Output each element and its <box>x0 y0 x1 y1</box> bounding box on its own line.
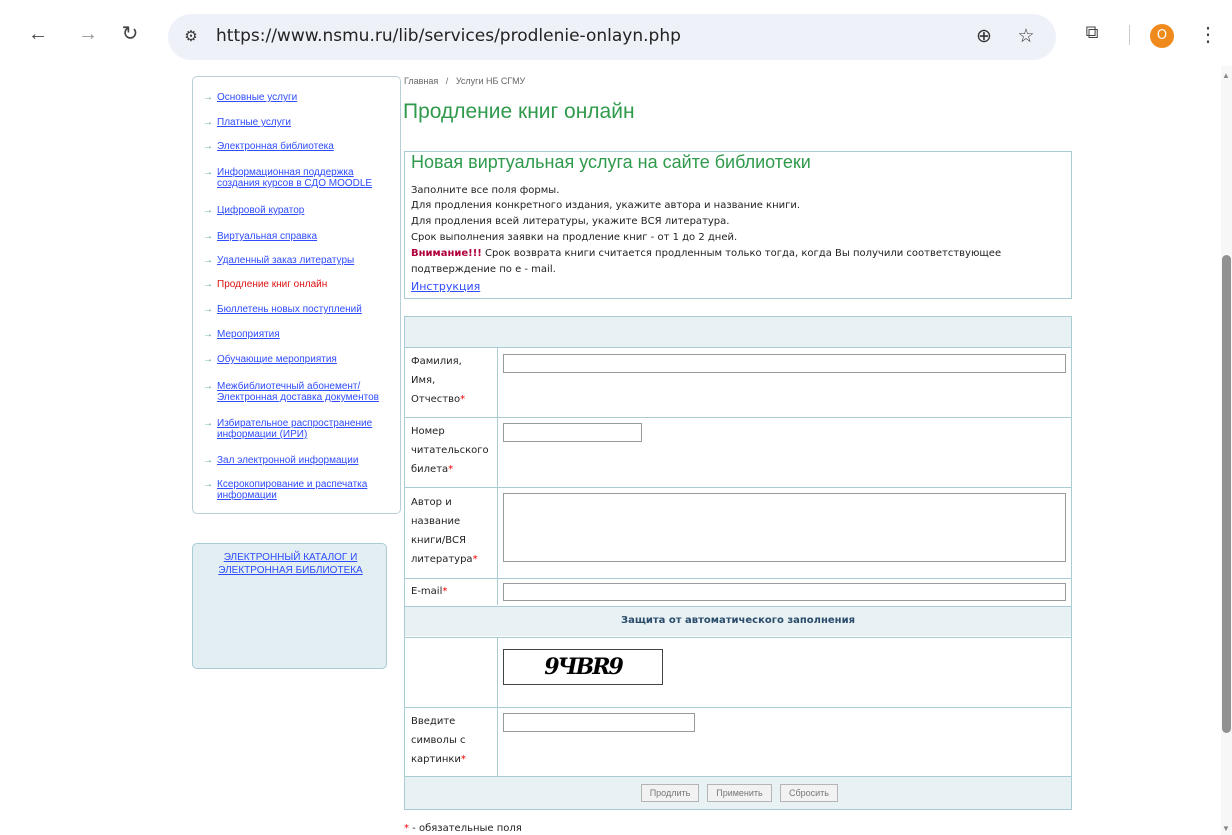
renew-button[interactable]: Продлить <box>641 784 699 802</box>
toolbar-divider <box>1129 25 1130 45</box>
reload-icon[interactable]: ↻ <box>118 22 142 46</box>
info-heading: Новая виртуальная услуга на сайте библио… <box>411 152 811 172</box>
card-number-input[interactable] <box>503 423 642 442</box>
info-line: Для продления всей литературы, укажите В… <box>411 216 730 227</box>
url-text[interactable]: https://www.nsmu.ru/lib/services/prodlen… <box>216 26 681 46</box>
breadcrumb-current[interactable]: Услуги НБ СГМУ <box>456 76 525 86</box>
row-divider <box>405 578 1071 579</box>
form-header-row <box>405 317 1071 347</box>
apply-button[interactable]: Применить <box>707 784 772 802</box>
row-divider <box>405 707 1071 708</box>
row-divider <box>405 487 1071 488</box>
e-catalog-link[interactable]: ЭЛЕКТРОННЫЙ КАТАЛОГ И <box>193 552 388 563</box>
warning-line-2: подтверждение по e - mail. <box>411 264 556 275</box>
row-divider <box>405 347 1071 348</box>
forward-icon[interactable]: → <box>76 22 100 46</box>
warning-line: Внимание!!! Срок возврата книги считаетс… <box>411 247 1001 261</box>
zoom-icon[interactable]: ⊕ <box>972 26 996 48</box>
captcha-input[interactable] <box>503 713 695 732</box>
scrollbar-thumb[interactable] <box>1222 255 1231 733</box>
reset-button[interactable]: Сбросить <box>780 784 838 802</box>
required-footnote: * - обязательные поля <box>404 823 522 834</box>
catalog-box: ЭЛЕКТРОННЫЙ КАТАЛОГ И ЭЛЕКТРОННАЯ БИБЛИО… <box>192 543 387 669</box>
instruction-link[interactable]: Инструкция <box>411 280 480 293</box>
page-title: Продление книг онлайн <box>403 100 635 123</box>
row-divider <box>405 417 1071 418</box>
back-icon[interactable]: ← <box>26 22 50 46</box>
breadcrumb: Главная / Услуги НБ СГМУ <box>404 76 525 86</box>
renewal-form: Фамилия, Имя, Отчество* Номер читательск… <box>404 316 1072 810</box>
arrow-icon: → <box>203 455 213 466</box>
captcha-image: 9ЧВR9 <box>503 649 663 685</box>
breadcrumb-home[interactable]: Главная <box>404 76 438 86</box>
info-line: Срок выполнения заявки на продление книг… <box>411 232 738 243</box>
arrow-icon: → <box>203 167 213 178</box>
profile-avatar[interactable]: O <box>1150 24 1174 48</box>
info-line: Для продления конкретного издания, укажи… <box>411 200 801 211</box>
card-number-label: Номер читательского билета* <box>411 426 489 475</box>
arrow-icon: → <box>203 329 213 340</box>
email-label: E-mail* <box>411 586 448 597</box>
warning-label: Внимание!!! <box>411 248 482 259</box>
arrow-icon: → <box>203 418 213 429</box>
bookmark-star-icon[interactable]: ☆ <box>1014 26 1038 48</box>
browser-toolbar: ← → ↻ ⚙ https://www.nsmu.ru/lib/services… <box>0 0 1232 66</box>
menu-icon[interactable]: ⋮ <box>1198 22 1218 46</box>
sidebar-menu: → Основные услуги → Платные услуги → Электр… <box>192 76 401 514</box>
arrow-icon: → <box>203 381 213 392</box>
arrow-icon: → <box>203 304 213 315</box>
site-info-icon[interactable]: ⚙ <box>180 26 202 48</box>
arrow-icon: → <box>203 92 213 103</box>
row-divider <box>405 637 1071 638</box>
column-divider <box>497 348 498 605</box>
arrow-icon: → <box>203 354 213 365</box>
scroll-up-icon[interactable]: ▲ <box>1222 72 1231 80</box>
arrow-icon: → <box>203 231 213 242</box>
arrow-icon: → <box>203 479 213 490</box>
arrow-icon: → <box>203 141 213 152</box>
info-box: Новая виртуальная услуга на сайте библио… <box>404 151 1072 299</box>
extensions-icon[interactable]: ⧉ <box>1080 22 1104 46</box>
breadcrumb-separator: / <box>445 76 449 86</box>
info-line: Заполните все поля формы. <box>411 185 560 196</box>
book-label: Автор и название книги/ВСЯ литература* <box>411 497 478 565</box>
fullname-input[interactable] <box>503 354 1066 373</box>
arrow-icon: → <box>203 205 213 216</box>
protection-title: Защита от автоматического заполнения <box>620 615 856 626</box>
warning-text: Срок возврата книги считается продленным… <box>481 248 1002 259</box>
arrow-icon: → <box>203 279 213 290</box>
fullname-label: Фамилия, Имя, Отчество* <box>411 356 466 405</box>
e-library-link[interactable]: ЭЛЕКТРОННАЯ БИБЛИОТЕКА <box>193 565 388 576</box>
arrow-icon: → <box>203 117 213 128</box>
captcha-label: Введите символы с картинки* <box>411 716 466 765</box>
address-bar[interactable]: ⚙ https://www.nsmu.ru/lib/services/prodl… <box>168 14 1056 60</box>
email-input[interactable] <box>503 583 1066 601</box>
arrow-icon: → <box>203 255 213 266</box>
scroll-down-icon[interactable]: ▼ <box>1222 825 1231 833</box>
book-textarea[interactable] <box>503 493 1066 562</box>
